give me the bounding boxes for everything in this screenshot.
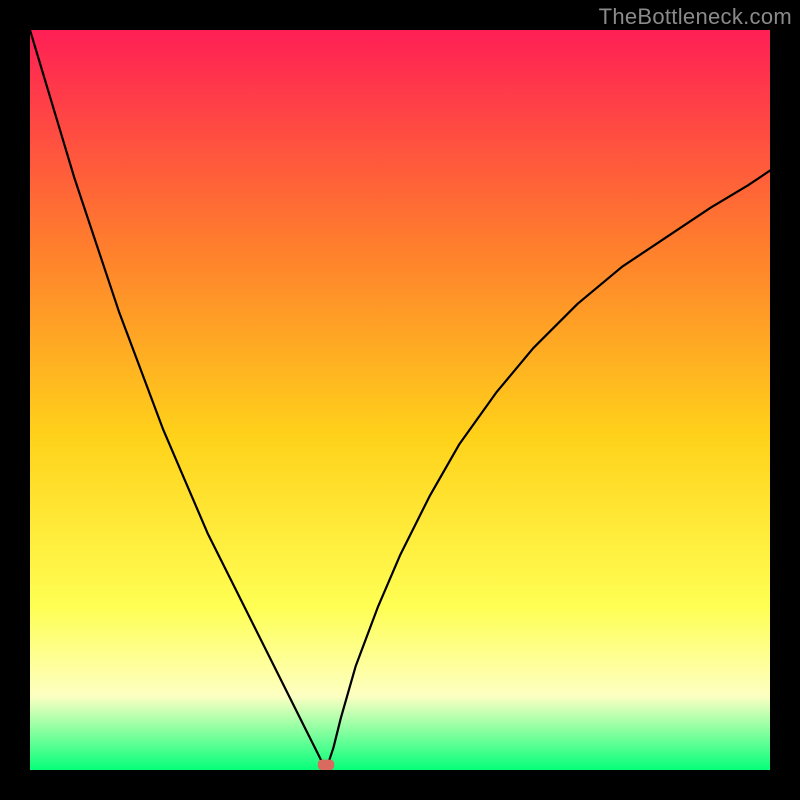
plot-area xyxy=(30,30,770,770)
watermark-text: TheBottleneck.com xyxy=(599,4,792,30)
bottleneck-chart xyxy=(30,30,770,770)
chart-frame: TheBottleneck.com xyxy=(0,0,800,800)
gradient-background xyxy=(30,30,770,770)
optimal-marker xyxy=(318,760,334,770)
